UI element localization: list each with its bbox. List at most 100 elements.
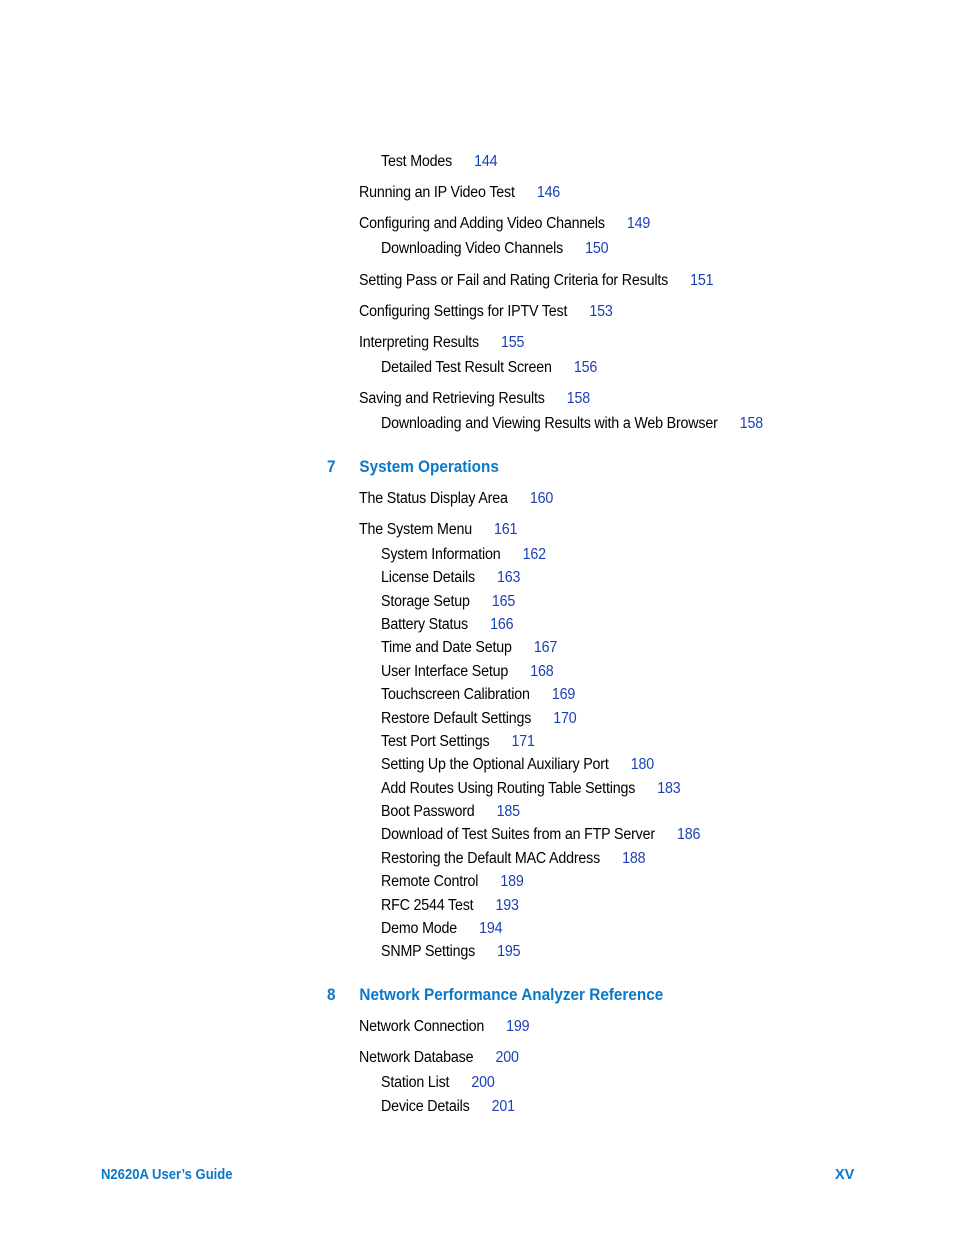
toc-page-link[interactable]: 149 bbox=[627, 215, 650, 232]
toc-entry-title: Test Modes bbox=[381, 153, 453, 170]
toc-entry-title: SNMP Settings bbox=[381, 943, 476, 960]
toc-entry[interactable]: Device Details 201 bbox=[381, 1098, 515, 1116]
toc-page-link[interactable]: 194 bbox=[479, 920, 502, 937]
toc-entry-title: Battery Status bbox=[381, 616, 468, 633]
toc-entry-title: Storage Setup bbox=[381, 593, 470, 610]
toc-page-link[interactable]: 146 bbox=[537, 184, 560, 201]
footer-doc-title: N2620A User’s Guide bbox=[101, 1167, 233, 1183]
toc-page-link[interactable]: 183 bbox=[657, 780, 680, 797]
toc-page-link[interactable]: 199 bbox=[506, 1018, 529, 1035]
toc-page-link[interactable]: 156 bbox=[574, 359, 597, 376]
toc-page-link[interactable]: 158 bbox=[567, 390, 590, 407]
toc-entry-title: Setting Up the Optional Auxiliary Port bbox=[381, 756, 609, 773]
toc-entry-title: Downloading and Viewing Results with a W… bbox=[381, 415, 718, 432]
toc-entry[interactable]: Download of Test Suites from an FTP Serv… bbox=[381, 826, 700, 844]
toc-entry[interactable]: SNMP Settings 195 bbox=[381, 943, 521, 961]
toc-page-link[interactable]: 195 bbox=[497, 943, 520, 960]
toc-entry[interactable]: RFC 2544 Test 193 bbox=[381, 897, 519, 915]
toc-entry-title: Running an IP Video Test bbox=[359, 184, 515, 201]
chapter-number: 7 bbox=[327, 457, 336, 476]
toc-page-link[interactable]: 160 bbox=[530, 490, 553, 507]
toc-entry[interactable]: Test Modes 144 bbox=[381, 153, 498, 171]
toc-page-link[interactable]: 189 bbox=[500, 873, 523, 890]
toc-entry[interactable]: Touchscreen Calibration 169 bbox=[381, 686, 575, 704]
toc-page: Test Modes 144 Running an IP Video Test 146… bbox=[0, 0, 954, 1235]
toc-page-link[interactable]: 200 bbox=[495, 1049, 518, 1066]
toc-entry[interactable]: Network Database 200 bbox=[359, 1049, 519, 1067]
toc-entry-title: Restoring the Default MAC Address bbox=[381, 850, 601, 867]
toc-page-link[interactable]: 169 bbox=[552, 686, 575, 703]
chapter-heading[interactable]: 7 System Operations bbox=[327, 457, 499, 477]
toc-entry[interactable]: Downloading and Viewing Results with a W… bbox=[381, 415, 763, 433]
toc-entry[interactable]: The Status Display Area 160 bbox=[359, 490, 553, 508]
toc-entry-title: Detailed Test Result Screen bbox=[381, 359, 552, 376]
toc-entry[interactable]: Setting Pass or Fail and Rating Criteria… bbox=[359, 272, 714, 290]
toc-entry-title: Station List bbox=[381, 1074, 450, 1091]
toc-page-link[interactable]: 170 bbox=[553, 710, 576, 727]
toc-page-link[interactable]: 162 bbox=[523, 546, 546, 563]
toc-page-link[interactable]: 165 bbox=[492, 593, 515, 610]
toc-entry-title: Device Details bbox=[381, 1098, 470, 1115]
toc-entry[interactable]: Battery Status 166 bbox=[381, 616, 514, 634]
toc-entry-title: Touchscreen Calibration bbox=[381, 686, 530, 703]
toc-entry-title: Configuring Settings for IPTV Test bbox=[359, 303, 568, 320]
toc-entry[interactable]: Running an IP Video Test 146 bbox=[359, 184, 560, 202]
toc-entry-title: Boot Password bbox=[381, 803, 475, 820]
toc-entry[interactable]: User Interface Setup 168 bbox=[381, 663, 554, 681]
toc-entry[interactable]: Remote Control 189 bbox=[381, 873, 524, 891]
toc-entry[interactable]: Downloading Video Channels 150 bbox=[381, 240, 609, 258]
toc-entry-title: Time and Date Setup bbox=[381, 639, 512, 656]
toc-entry-title: Setting Pass or Fail and Rating Criteria… bbox=[359, 272, 669, 289]
toc-entry[interactable]: Test Port Settings 171 bbox=[381, 733, 535, 751]
toc-page-link[interactable]: 201 bbox=[492, 1098, 515, 1115]
toc-entry-title: Saving and Retrieving Results bbox=[359, 390, 545, 407]
toc-page-link[interactable]: 144 bbox=[474, 153, 497, 170]
toc-entry[interactable]: Saving and Retrieving Results 158 bbox=[359, 390, 590, 408]
toc-entry[interactable]: Network Connection 199 bbox=[359, 1018, 530, 1036]
toc-entry[interactable]: Configuring Settings for IPTV Test 153 bbox=[359, 303, 613, 321]
toc-page-link[interactable]: 171 bbox=[512, 733, 535, 750]
toc-entry[interactable]: Add Routes Using Routing Table Settings 1… bbox=[381, 780, 681, 798]
toc-entry[interactable]: Configuring and Adding Video Channels 149 bbox=[359, 215, 650, 233]
toc-entry[interactable]: Restoring the Default MAC Address 188 bbox=[381, 850, 646, 868]
toc-page-link[interactable]: 166 bbox=[490, 616, 513, 633]
toc-entry[interactable]: Setting Up the Optional Auxiliary Port 18… bbox=[381, 756, 654, 774]
toc-page-link[interactable]: 150 bbox=[585, 240, 608, 257]
toc-entry-title: Downloading Video Channels bbox=[381, 240, 564, 257]
toc-entry[interactable]: Boot Password 185 bbox=[381, 803, 520, 821]
toc-entry-title: User Interface Setup bbox=[381, 663, 509, 680]
toc-page-link[interactable]: 193 bbox=[496, 897, 519, 914]
toc-page-link[interactable]: 180 bbox=[631, 756, 654, 773]
toc-entry[interactable]: System Information 162 bbox=[381, 546, 546, 564]
toc-entry[interactable]: Storage Setup 165 bbox=[381, 593, 515, 611]
footer-page-number: XV bbox=[835, 1167, 855, 1183]
toc-entry[interactable]: License Details 163 bbox=[381, 569, 520, 587]
toc-page-link[interactable]: 168 bbox=[530, 663, 553, 680]
toc-entry[interactable]: Time and Date Setup 167 bbox=[381, 639, 557, 657]
toc-entry[interactable]: Detailed Test Result Screen 156 bbox=[381, 359, 597, 377]
toc-entry[interactable]: Interpreting Results 155 bbox=[359, 334, 524, 352]
toc-entry[interactable]: The System Menu 161 bbox=[359, 521, 517, 539]
toc-page-link[interactable]: 158 bbox=[740, 415, 763, 432]
toc-entry-title: Download of Test Suites from an FTP Serv… bbox=[381, 826, 655, 843]
toc-entry-title: Test Port Settings bbox=[381, 733, 490, 750]
toc-entry-title: Restore Default Settings bbox=[381, 710, 532, 727]
toc-page-link[interactable]: 186 bbox=[677, 826, 700, 843]
toc-page-link[interactable]: 188 bbox=[622, 850, 645, 867]
toc-entry[interactable]: Demo Mode 194 bbox=[381, 920, 503, 938]
toc-page-link[interactable]: 155 bbox=[501, 334, 524, 351]
toc-entry-title: Demo Mode bbox=[381, 920, 458, 937]
toc-entry[interactable]: Station List 200 bbox=[381, 1074, 495, 1092]
toc-page-link[interactable]: 153 bbox=[589, 303, 612, 320]
toc-entry[interactable]: Restore Default Settings 170 bbox=[381, 710, 577, 728]
toc-page-link[interactable]: 151 bbox=[690, 272, 713, 289]
chapter-title: System Operations bbox=[359, 457, 499, 476]
toc-page-link[interactable]: 163 bbox=[497, 569, 520, 586]
toc-entry-title: Interpreting Results bbox=[359, 334, 479, 351]
toc-entry-title: License Details bbox=[381, 569, 475, 586]
toc-page-link[interactable]: 161 bbox=[494, 521, 517, 538]
toc-page-link[interactable]: 167 bbox=[534, 639, 557, 656]
toc-page-link[interactable]: 185 bbox=[497, 803, 520, 820]
chapter-heading[interactable]: 8 Network Performance Analyzer Reference bbox=[327, 985, 663, 1005]
toc-page-link[interactable]: 200 bbox=[471, 1074, 494, 1091]
